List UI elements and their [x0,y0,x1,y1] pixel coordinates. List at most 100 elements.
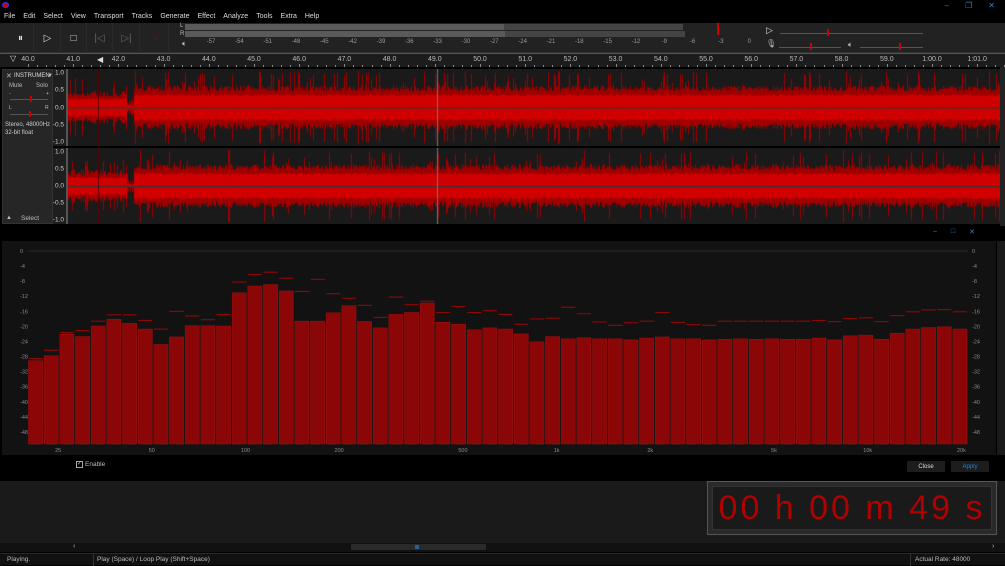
enable-checkbox[interactable]: ✓ Enable [76,461,105,468]
status-state: Playing. [7,556,31,563]
peak-marker [263,271,278,273]
y-tick-label: -44 [972,415,980,421]
peak-marker [216,313,231,316]
peak-marker [561,306,576,308]
peak-marker [138,319,153,322]
peak-marker [576,313,591,315]
peak-marker [780,320,795,322]
horizontal-scrollbar[interactable]: ‹ › [0,543,1005,552]
scrollbar-thumb[interactable] [351,544,486,550]
spectrum-bar [137,328,153,445]
spectrum-bar [842,335,858,445]
y-tick-label: -24 [20,339,28,345]
spectrum-bar [404,312,419,445]
y-tick-label: -24 [972,339,980,345]
scroll-right-button[interactable]: › [992,543,994,550]
peak-marker [75,330,90,332]
analyzer-scrollbar[interactable] [997,241,1005,455]
spectrum-bar [780,338,795,445]
spectrum-bar [670,338,686,445]
peak-marker [91,320,106,322]
spectrum-bar [357,321,372,445]
peak-marker [279,277,294,279]
spectrum-bar [576,337,592,445]
peak-marker [905,311,920,313]
y-tick-label: -32 [972,370,980,376]
peak-marker [153,328,168,330]
x-tick-label: 25 [55,448,61,454]
spectrum-bar [513,333,529,445]
spectrum-bar [874,338,889,445]
spectrum-bar [231,292,247,445]
y-tick-label: 0 [972,249,975,255]
y-tick-label: -40 [972,400,980,406]
spectrum-bar [466,329,482,445]
checkbox-icon[interactable]: ✓ [76,461,83,468]
peak-marker [702,324,717,326]
y-tick-label: -12 [20,294,28,300]
spectrum-bar [592,338,607,445]
peak-marker [341,297,356,299]
spectrum-bar [106,318,122,445]
peak-marker [467,311,482,314]
spectrum-bar [936,326,952,445]
peak-marker [827,320,842,323]
spectrum-bar [639,337,654,445]
spectrum-bar [169,336,184,445]
apply-button[interactable]: Apply [951,461,989,472]
enable-label: Enable [85,461,106,468]
spectrum-bar [294,320,310,445]
peak-marker [639,320,654,322]
spectrum-bar [498,328,513,445]
peak-marker [28,357,43,360]
peak-marker [921,309,936,311]
spectrum-bar [43,355,59,445]
spectrum-bar [388,314,404,445]
peak-marker [623,322,638,324]
status-bar: Playing. Play (Space) / Loop Play (Shift… [0,553,1005,566]
spectrum-bar [560,338,576,445]
spectrum-bar [858,334,874,445]
spectrum-bar [827,339,842,445]
spectrum-bar [419,302,435,445]
peak-marker [326,293,341,295]
spectrum-bar [733,338,748,445]
peak-marker [294,290,309,293]
spectrum-bar [122,323,137,445]
spectrum-bar [701,339,717,445]
y-tick-label: -36 [20,385,28,391]
peak-marker [717,320,732,322]
spectrum-bar [482,327,498,445]
peak-marker [451,305,466,308]
spectrum-bar [654,336,670,445]
status-hint: Play (Space) / Loop Play (Shift+Space) [93,554,210,566]
spectrum-bar [905,328,921,445]
spectrum-bar [184,325,200,445]
spectrum-bar [75,336,90,445]
spectrum-bar [28,360,43,445]
x-tick-label: 1k [554,448,560,454]
y-tick-label: -4 [20,264,25,270]
y-tick-label: -20 [972,324,980,330]
peak-marker [733,320,748,322]
spectrum-bar [623,339,639,445]
spectrum-bar [310,320,325,445]
spectrum-bar [764,338,780,445]
spectrum-bar [811,337,827,445]
spectrum-chart: 0 0 -4 -4 -8 -8 -12 -12 -16 -16 -20 -20 -24 -24 -28 -28… [20,249,980,454]
y-tick-label: -16 [20,309,28,315]
peak-marker [388,296,403,298]
peak-marker [858,317,873,319]
spectrum-bar [529,341,545,445]
y-tick-label: -48 [20,430,28,436]
peak-marker [420,300,435,302]
y-tick-label: -48 [972,430,980,436]
y-tick-label: -28 [972,355,980,361]
x-tick-label: 50 [149,448,155,454]
peak-marker [122,314,137,316]
spectrum-bar [341,305,357,445]
scroll-left-button[interactable]: ‹ [73,543,75,550]
x-tick-label: 20k [957,448,966,454]
spectrum-bar [153,344,169,445]
close-analyzer-button[interactable]: Close [907,461,945,472]
